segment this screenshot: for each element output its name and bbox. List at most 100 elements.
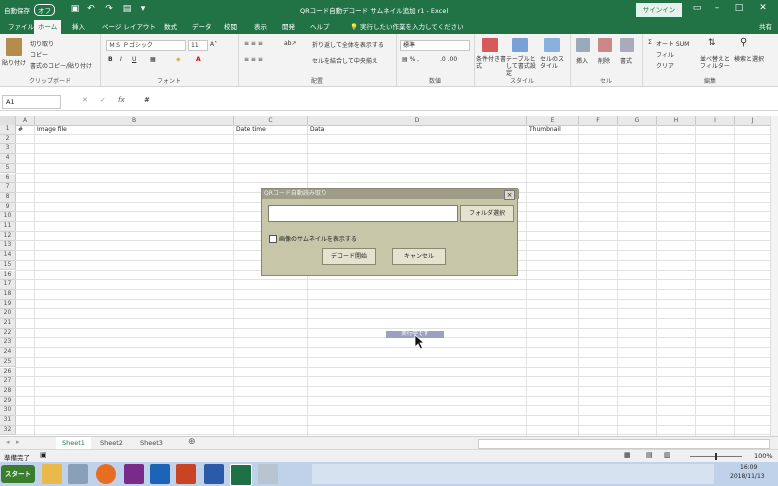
decimal-icon[interactable]: .0 .00: [440, 56, 457, 63]
row-header[interactable]: 20: [0, 309, 16, 319]
format-cells-icon[interactable]: [620, 38, 634, 52]
cell-b1[interactable]: Image file: [37, 126, 67, 133]
insert-cells-button[interactable]: 挿入: [576, 56, 588, 65]
clock-time[interactable]: 16:09: [740, 464, 757, 471]
macro-record-icon[interactable]: ▣: [40, 451, 47, 459]
find-icon[interactable]: ⚲: [740, 37, 747, 48]
column-header-a[interactable]: A: [16, 116, 35, 126]
signin-button[interactable]: サインイン: [636, 3, 682, 17]
row-header[interactable]: 22: [0, 328, 16, 339]
thumbnail-checkbox[interactable]: [269, 235, 277, 243]
cell-e1[interactable]: Thumbnail: [529, 126, 561, 133]
tab-formulas[interactable]: 数式: [160, 20, 181, 34]
name-box[interactable]: A1: [2, 95, 61, 109]
confirm-entry-icon[interactable]: ✓: [100, 96, 106, 104]
format-table-icon[interactable]: [512, 38, 528, 52]
app-icon[interactable]: [258, 464, 278, 484]
redo-icon[interactable]: ↷: [104, 4, 114, 14]
folder-icon[interactable]: [68, 464, 88, 484]
normal-view-icon[interactable]: ▦: [624, 451, 631, 459]
row-header[interactable]: 11: [0, 222, 16, 232]
row-header[interactable]: 30: [0, 406, 16, 416]
sheet-tab-2[interactable]: Sheet2: [94, 437, 129, 449]
horizontal-scrollbar[interactable]: [478, 439, 770, 449]
ribbon-display-icon[interactable]: ▭: [690, 2, 704, 15]
row-header[interactable]: 18: [0, 289, 16, 300]
sheet-prev-icon[interactable]: ◂: [6, 438, 10, 446]
copy-button[interactable]: コピー: [30, 50, 48, 59]
sheet-next-icon[interactable]: ▸: [16, 438, 20, 446]
column-header-i[interactable]: I: [696, 116, 735, 126]
autosum-button[interactable]: オート SUM: [656, 39, 689, 48]
word-icon[interactable]: [204, 464, 224, 484]
column-header-j[interactable]: J: [735, 116, 770, 126]
row-header[interactable]: 9: [0, 202, 16, 213]
tab-view[interactable]: 表示: [250, 20, 271, 34]
form-icon[interactable]: ▤: [122, 4, 132, 14]
conditional-format-button[interactable]: 条件付き書式: [476, 56, 506, 70]
row-header[interactable]: 17: [0, 280, 16, 290]
page-break-view-icon[interactable]: ▥: [664, 451, 671, 459]
column-header-h[interactable]: H: [657, 116, 696, 126]
page-layout-view-icon[interactable]: ▤: [646, 451, 653, 459]
start-button[interactable]: スタート: [1, 465, 35, 483]
row-header[interactable]: 16: [0, 270, 16, 281]
currency-icon[interactable]: ▤ % ,: [402, 56, 419, 63]
row-header[interactable]: 13: [0, 241, 16, 252]
add-sheet-icon[interactable]: ⊕: [188, 437, 196, 447]
cell-d1[interactable]: Data: [310, 126, 324, 133]
delete-cells-button[interactable]: 削除: [598, 56, 610, 65]
tab-review[interactable]: 校閲: [220, 20, 241, 34]
system-tray[interactable]: [312, 464, 714, 484]
firefox-icon[interactable]: [96, 464, 116, 484]
column-header-d[interactable]: D: [308, 116, 527, 126]
format-cells-button[interactable]: 書式: [620, 56, 632, 65]
row-header[interactable]: 32: [0, 425, 16, 436]
row-header[interactable]: 1: [0, 125, 16, 135]
excel-icon[interactable]: [230, 464, 252, 486]
row-header[interactable]: 29: [0, 396, 16, 407]
column-header-g[interactable]: G: [618, 116, 657, 126]
clear-button[interactable]: クリア: [656, 61, 674, 70]
underline-button[interactable]: U: [132, 56, 136, 63]
dialog-close-icon[interactable]: ×: [504, 190, 515, 200]
column-header-e[interactable]: E: [527, 116, 579, 126]
font-name-select[interactable]: ＭＳ Ｐゴシック: [106, 40, 186, 51]
row-header[interactable]: 14: [0, 251, 16, 261]
cancel-button[interactable]: キャンセル: [392, 248, 446, 265]
sheet-tab-3[interactable]: Sheet3: [134, 437, 169, 449]
font-color-icon[interactable]: A: [196, 56, 201, 63]
cell-c1[interactable]: Date time: [236, 126, 266, 133]
delete-cells-icon[interactable]: [598, 38, 612, 52]
outlook-icon[interactable]: [150, 464, 170, 484]
tab-data[interactable]: データ: [188, 20, 216, 34]
row-header[interactable]: 7: [0, 183, 16, 193]
column-header-b[interactable]: B: [35, 116, 234, 126]
onenote-icon[interactable]: [124, 464, 144, 484]
zoom-slider-thumb[interactable]: [715, 453, 717, 460]
tab-page-layout[interactable]: ページ レイアウト: [98, 20, 160, 34]
tab-home[interactable]: ホーム: [34, 20, 62, 34]
row-header[interactable]: 12: [0, 231, 16, 242]
worksheet-grid[interactable]: A B C D E F G H I J 1 2 3 4 5 6 7 8 9 10 11 12 13 14 1…: [0, 116, 770, 436]
autosave-toggle[interactable]: オフ: [34, 4, 55, 16]
align-top-icon[interactable]: ≡ ≡ ≡: [244, 40, 263, 47]
maximize-icon[interactable]: □: [732, 2, 746, 15]
clock-date[interactable]: 2018/11/13: [730, 473, 765, 480]
format-table-button[interactable]: テーブルとして書式設定: [506, 56, 540, 77]
row-header[interactable]: 23: [0, 338, 16, 349]
tell-me-input[interactable]: 実行したい作業を入力してください: [356, 20, 468, 34]
row-header[interactable]: 8: [0, 192, 16, 203]
merge-center-button[interactable]: セルを結合して中央揃え: [312, 56, 378, 65]
row-header[interactable]: 28: [0, 386, 16, 397]
row-header[interactable]: 2: [0, 134, 16, 145]
cell-styles-button[interactable]: セルのスタイル: [540, 56, 568, 70]
row-header[interactable]: 24: [0, 348, 16, 358]
font-size-select[interactable]: 11: [188, 40, 208, 51]
cancel-entry-icon[interactable]: ✕: [82, 96, 88, 104]
decode-start-button[interactable]: デコード開始: [322, 248, 376, 265]
sort-filter-icon[interactable]: ⇅: [708, 38, 716, 48]
sort-filter-button[interactable]: 並べ替えとフィルター: [700, 56, 734, 70]
autosum-icon[interactable]: Σ: [648, 39, 652, 46]
row-header[interactable]: 6: [0, 173, 16, 184]
